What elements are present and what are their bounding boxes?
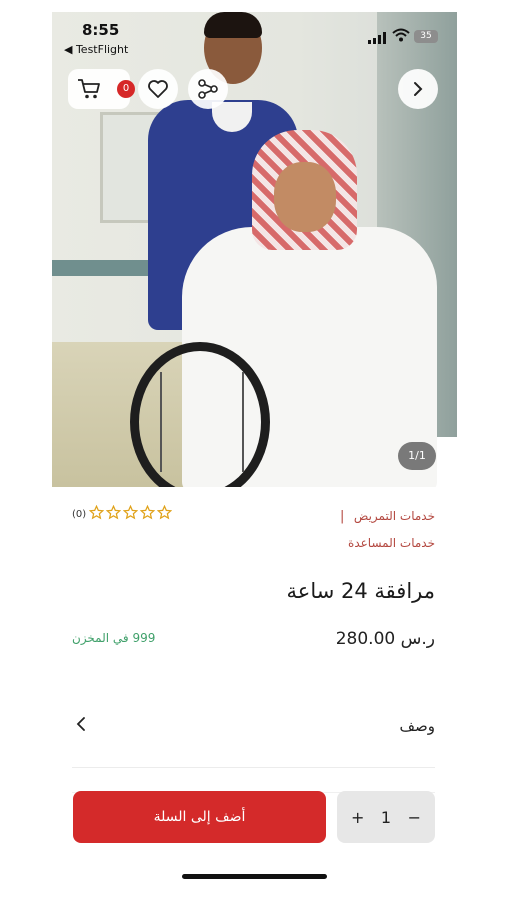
wifi-icon <box>392 28 410 42</box>
add-to-cart-button[interactable]: أضف إلى السلة <box>73 791 326 843</box>
cart-icon <box>78 79 100 99</box>
cart-count-badge: 0 <box>117 80 135 98</box>
chevron-right-icon <box>414 82 423 96</box>
rating-count: (0) <box>72 509 87 520</box>
next-image-button[interactable] <box>398 69 438 109</box>
cellular-signal-icon <box>368 32 386 44</box>
quantity-value: 1 <box>380 807 392 827</box>
back-to-app-link[interactable]: ◀ TestFlight <box>64 43 128 56</box>
battery-indicator: 35 <box>414 30 438 43</box>
star-icon <box>89 505 104 520</box>
product-image[interactable]: 8:55 ◀ TestFlight 35 0 1/1 <box>52 12 457 487</box>
share-icon <box>198 79 218 99</box>
image-counter: 1/1 <box>398 442 436 470</box>
chevron-left-icon <box>76 717 85 731</box>
product-title: مرافقة 24 ساعة <box>286 579 435 603</box>
product-price: ر.س 280.00 <box>335 629 435 649</box>
description-label: وصف <box>399 717 435 735</box>
home-indicator[interactable] <box>182 874 327 879</box>
category-primary-link[interactable]: خدمات التمريض <box>354 509 435 523</box>
quantity-decrease-button[interactable]: − <box>408 808 421 827</box>
image-wheel-spokes <box>160 372 244 472</box>
image-patient-face <box>274 162 336 232</box>
heart-icon <box>148 80 168 98</box>
cart-button[interactable]: 0 <box>68 69 135 109</box>
product-screen: 8:55 ◀ TestFlight 35 0 1/1 خدمات التمريض… <box>52 12 457 897</box>
description-toggle[interactable]: وصف <box>72 709 435 749</box>
category-secondary-link[interactable]: خدمات المساعدة <box>348 536 435 550</box>
stock-status: 999 في المخزن <box>72 631 156 645</box>
quantity-increase-button[interactable]: + <box>351 808 364 827</box>
share-button[interactable] <box>188 69 228 109</box>
status-time: 8:55 <box>82 21 120 39</box>
category-separator: | <box>340 509 345 524</box>
status-bar: 8:55 ◀ TestFlight 35 <box>52 12 457 62</box>
quantity-stepper: + 1 − <box>337 791 435 843</box>
star-icon <box>123 505 138 520</box>
star-icon <box>157 505 172 520</box>
star-icon <box>140 505 155 520</box>
rating-stars <box>89 505 172 520</box>
section-divider <box>72 767 435 768</box>
star-icon <box>106 505 121 520</box>
favorite-button[interactable] <box>138 69 178 109</box>
